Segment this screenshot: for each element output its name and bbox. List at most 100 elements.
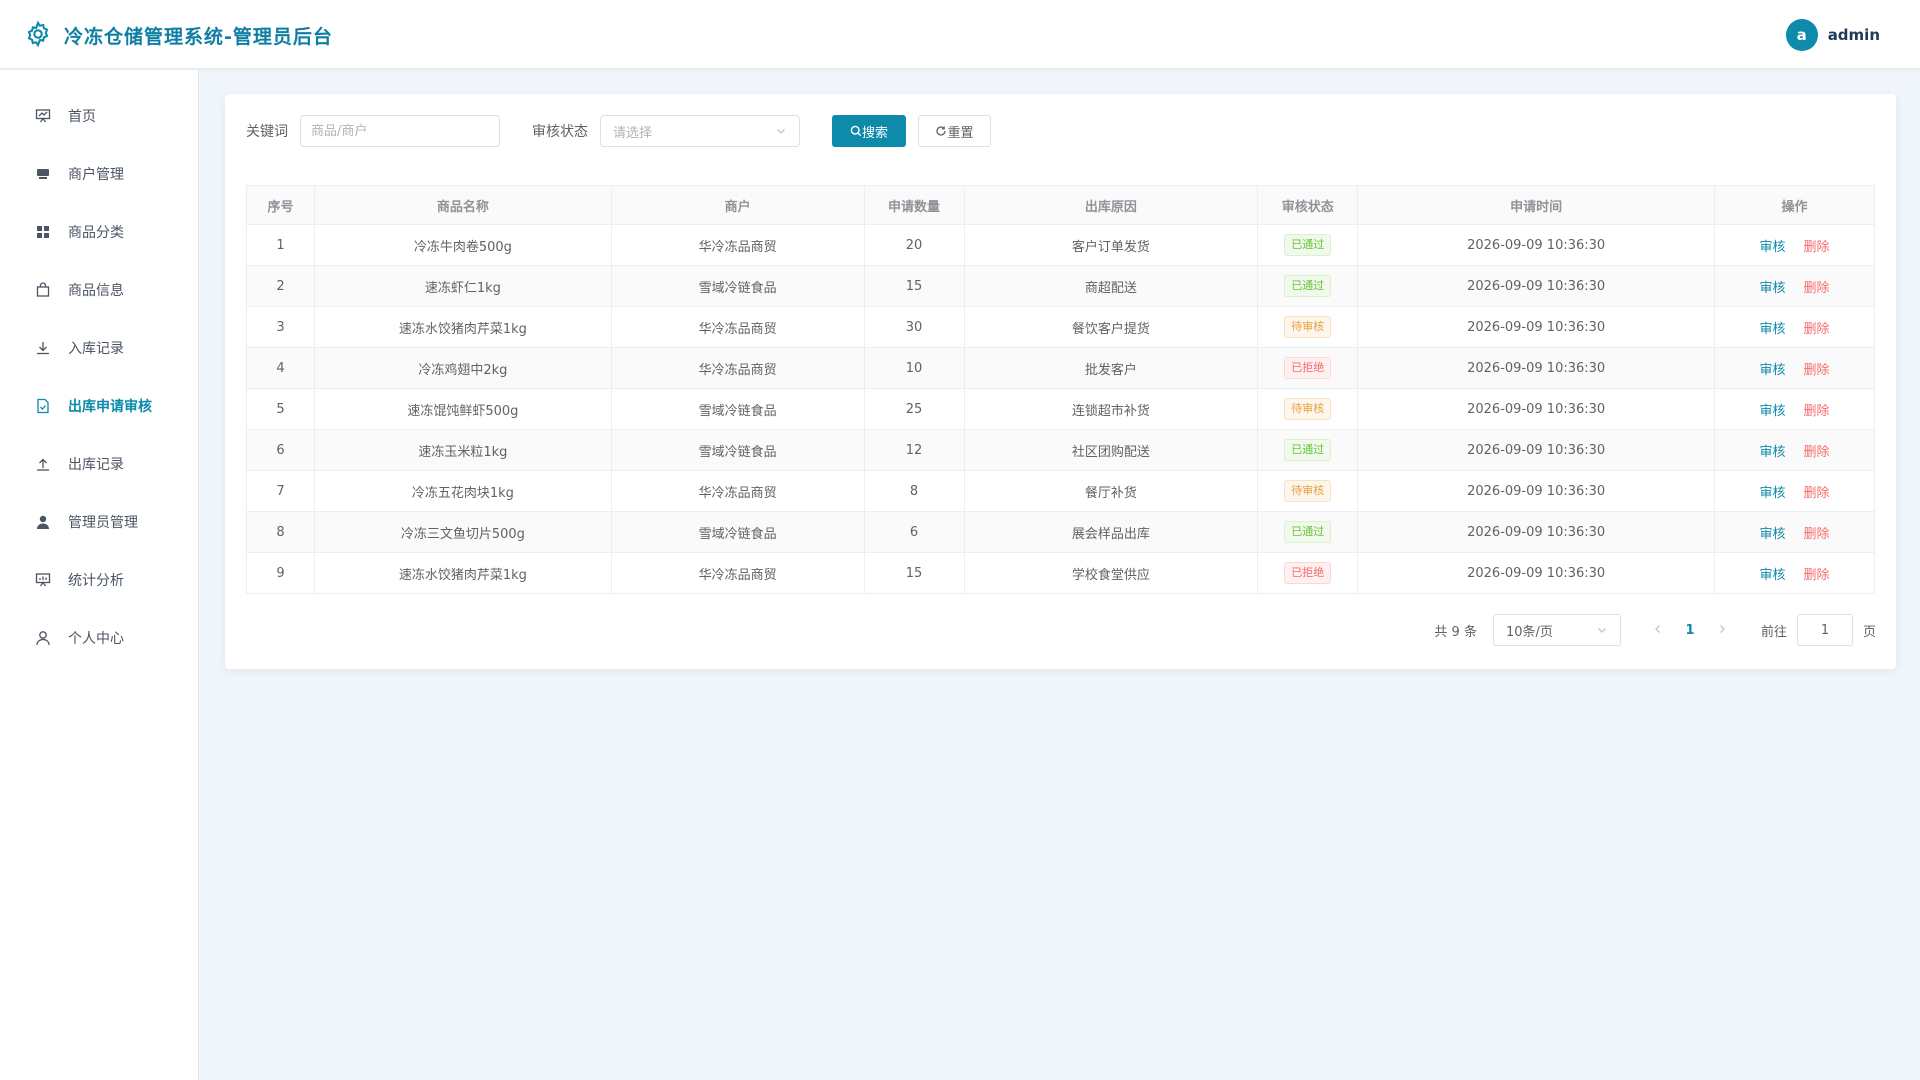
cell-actions: 审核 删除 — [1714, 306, 1875, 348]
cell-no: 1 — [246, 224, 315, 266]
review-link[interactable]: 审核 — [1760, 486, 1786, 501]
sidebar-item-outbound-review[interactable]: 出库申请审核 — [0, 382, 199, 430]
delete-link[interactable]: 删除 — [1804, 568, 1830, 583]
cell-reason: 客户订单发货 — [963, 224, 1259, 266]
review-link[interactable]: 审核 — [1760, 568, 1786, 583]
search-button[interactable]: 搜索 — [832, 115, 906, 147]
chart-icon — [34, 571, 52, 589]
table-row: 6 速冻玉米粒1kg 雪域冷链食品 12 社区团购配送 已通过 2026-09-09 10:… — [246, 429, 1875, 471]
keyword-input[interactable] — [300, 115, 500, 147]
cell-merchant: 华冷冻品商贸 — [610, 552, 865, 594]
cell-reason: 连锁超市补货 — [963, 388, 1259, 430]
sidebar-item-label: 首页 — [68, 109, 96, 125]
presentation-icon — [34, 107, 52, 125]
sidebar-item-statistics[interactable]: 统计分析 — [0, 556, 199, 604]
reset-button-label: 重置 — [947, 124, 974, 140]
cell-no: 4 — [246, 347, 315, 389]
avatar[interactable]: a — [1785, 19, 1818, 51]
review-link[interactable]: 审核 — [1760, 240, 1786, 255]
cell-time: 2026-09-09 10:36:30 — [1357, 306, 1716, 348]
prev-page-button[interactable] — [1643, 623, 1673, 638]
cell-time: 2026-09-09 10:36:30 — [1357, 388, 1716, 430]
delete-link[interactable]: 删除 — [1804, 281, 1830, 296]
review-link[interactable]: 审核 — [1760, 527, 1786, 542]
sidebar-item-merchants[interactable]: 商户管理 — [0, 150, 199, 198]
review-link[interactable]: 审核 — [1760, 363, 1786, 378]
cell-quantity: 8 — [863, 470, 965, 512]
cell-merchant: 华冷冻品商贸 — [610, 470, 865, 512]
status-badge: 已通过 — [1284, 439, 1332, 461]
reset-button[interactable]: 重置 — [918, 115, 991, 147]
sidebar-item-label: 商户管理 — [68, 167, 124, 183]
page-size-value: 10条/页 — [1505, 624, 1553, 640]
cell-merchant: 华冷冻品商贸 — [610, 347, 865, 389]
cell-reason: 餐饮客户提货 — [963, 306, 1259, 348]
column-header: 商品名称 — [313, 185, 612, 225]
review-link[interactable]: 审核 — [1760, 445, 1786, 460]
goto-page-input[interactable] — [1796, 614, 1853, 646]
next-page-button[interactable] — [1707, 623, 1737, 638]
delete-link[interactable]: 删除 — [1804, 486, 1830, 501]
delete-link[interactable]: 删除 — [1804, 527, 1830, 542]
sidebar-item-label: 商品分类 — [68, 225, 124, 241]
sidebar-item-categories[interactable]: 商品分类 — [0, 208, 199, 256]
column-header: 审核状态 — [1257, 185, 1359, 225]
page-number-current[interactable]: 1 — [1673, 623, 1707, 638]
cell-actions: 审核 删除 — [1714, 429, 1875, 471]
cell-reason: 商超配送 — [963, 265, 1259, 307]
cell-product: 速冻虾仁1kg — [313, 265, 612, 307]
status-badge: 已拒绝 — [1284, 357, 1332, 379]
review-link[interactable]: 审核 — [1760, 404, 1786, 419]
cell-status: 待审核 — [1257, 306, 1359, 348]
cell-reason: 社区团购配送 — [963, 429, 1259, 471]
delete-link[interactable]: 删除 — [1804, 322, 1830, 337]
review-link[interactable]: 审核 — [1760, 322, 1786, 337]
top-header: 冷冻仓储管理系统-管理员后台 a admin — [0, 0, 1920, 69]
total-count: 共 9 条 — [1434, 624, 1477, 640]
cell-reason: 学校食堂供应 — [963, 552, 1259, 594]
cell-reason: 餐厅补货 — [963, 470, 1259, 512]
username[interactable]: admin — [1828, 26, 1880, 44]
cell-actions: 审核 删除 — [1714, 224, 1875, 266]
cell-quantity: 6 — [863, 511, 965, 553]
cell-reason: 展会样品出库 — [963, 511, 1259, 553]
delete-link[interactable]: 删除 — [1804, 240, 1830, 255]
merchant-icon — [34, 165, 52, 183]
page-size-select[interactable]: 10条/页 — [1492, 614, 1621, 646]
table-row: 9 速冻水饺猪肉芹菜1kg 华冷冻品商贸 15 学校食堂供应 已拒绝 2026-09-09 … — [246, 552, 1875, 594]
cell-status: 已拒绝 — [1257, 347, 1359, 389]
sidebar-item-outbound[interactable]: 出库记录 — [0, 440, 199, 488]
cell-status: 已通过 — [1257, 265, 1359, 307]
delete-link[interactable]: 删除 — [1804, 445, 1830, 460]
table-body: 1 冷冻牛肉卷500g 华冷冻品商贸 20 客户订单发货 已通过 2026-09-09 10… — [246, 224, 1875, 594]
status-badge: 待审核 — [1284, 398, 1332, 420]
page-suffix: 页 — [1862, 624, 1876, 640]
sidebar-item-inbound[interactable]: 入库记录 — [0, 324, 199, 372]
sidebar-item-profile[interactable]: 个人中心 — [0, 614, 199, 662]
pagination: 共 9 条 10条/页 1 前往 页 — [1434, 614, 1876, 646]
cell-merchant: 华冷冻品商贸 — [610, 224, 865, 266]
sidebar-item-label: 出库申请审核 — [68, 399, 152, 415]
cell-actions: 审核 删除 — [1714, 552, 1875, 594]
cell-status: 已拒绝 — [1257, 552, 1359, 594]
cell-merchant: 雪域冷链食品 — [610, 265, 865, 307]
sidebar-item-label: 管理员管理 — [68, 515, 138, 531]
status-badge: 已通过 — [1284, 521, 1332, 543]
user-menu[interactable]: a admin — [1785, 19, 1880, 51]
cell-product: 速冻玉米粒1kg — [313, 429, 612, 471]
status-badge: 待审核 — [1284, 480, 1332, 502]
sidebar-item-admins[interactable]: 管理员管理 — [0, 498, 199, 546]
cell-time: 2026-09-09 10:36:30 — [1357, 511, 1716, 553]
chevron-left-icon — [1655, 624, 1660, 633]
status-badge: 已拒绝 — [1284, 562, 1332, 584]
delete-link[interactable]: 删除 — [1804, 363, 1830, 378]
sidebar-item-home[interactable]: 首页 — [0, 92, 199, 140]
sidebar-item-products[interactable]: 商品信息 — [0, 266, 199, 314]
table-row: 2 速冻虾仁1kg 雪域冷链食品 15 商超配送 已通过 2026-09-09 10:36:… — [246, 265, 1875, 307]
status-select[interactable]: 请选择 — [600, 115, 800, 147]
cell-product: 速冻水饺猪肉芹菜1kg — [313, 552, 612, 594]
table-row: 4 冷冻鸡翅中2kg 华冷冻品商贸 10 批发客户 已拒绝 2026-09-09 10:36… — [246, 347, 1875, 389]
cell-quantity: 10 — [863, 347, 965, 389]
review-link[interactable]: 审核 — [1760, 281, 1786, 296]
delete-link[interactable]: 删除 — [1804, 404, 1830, 419]
